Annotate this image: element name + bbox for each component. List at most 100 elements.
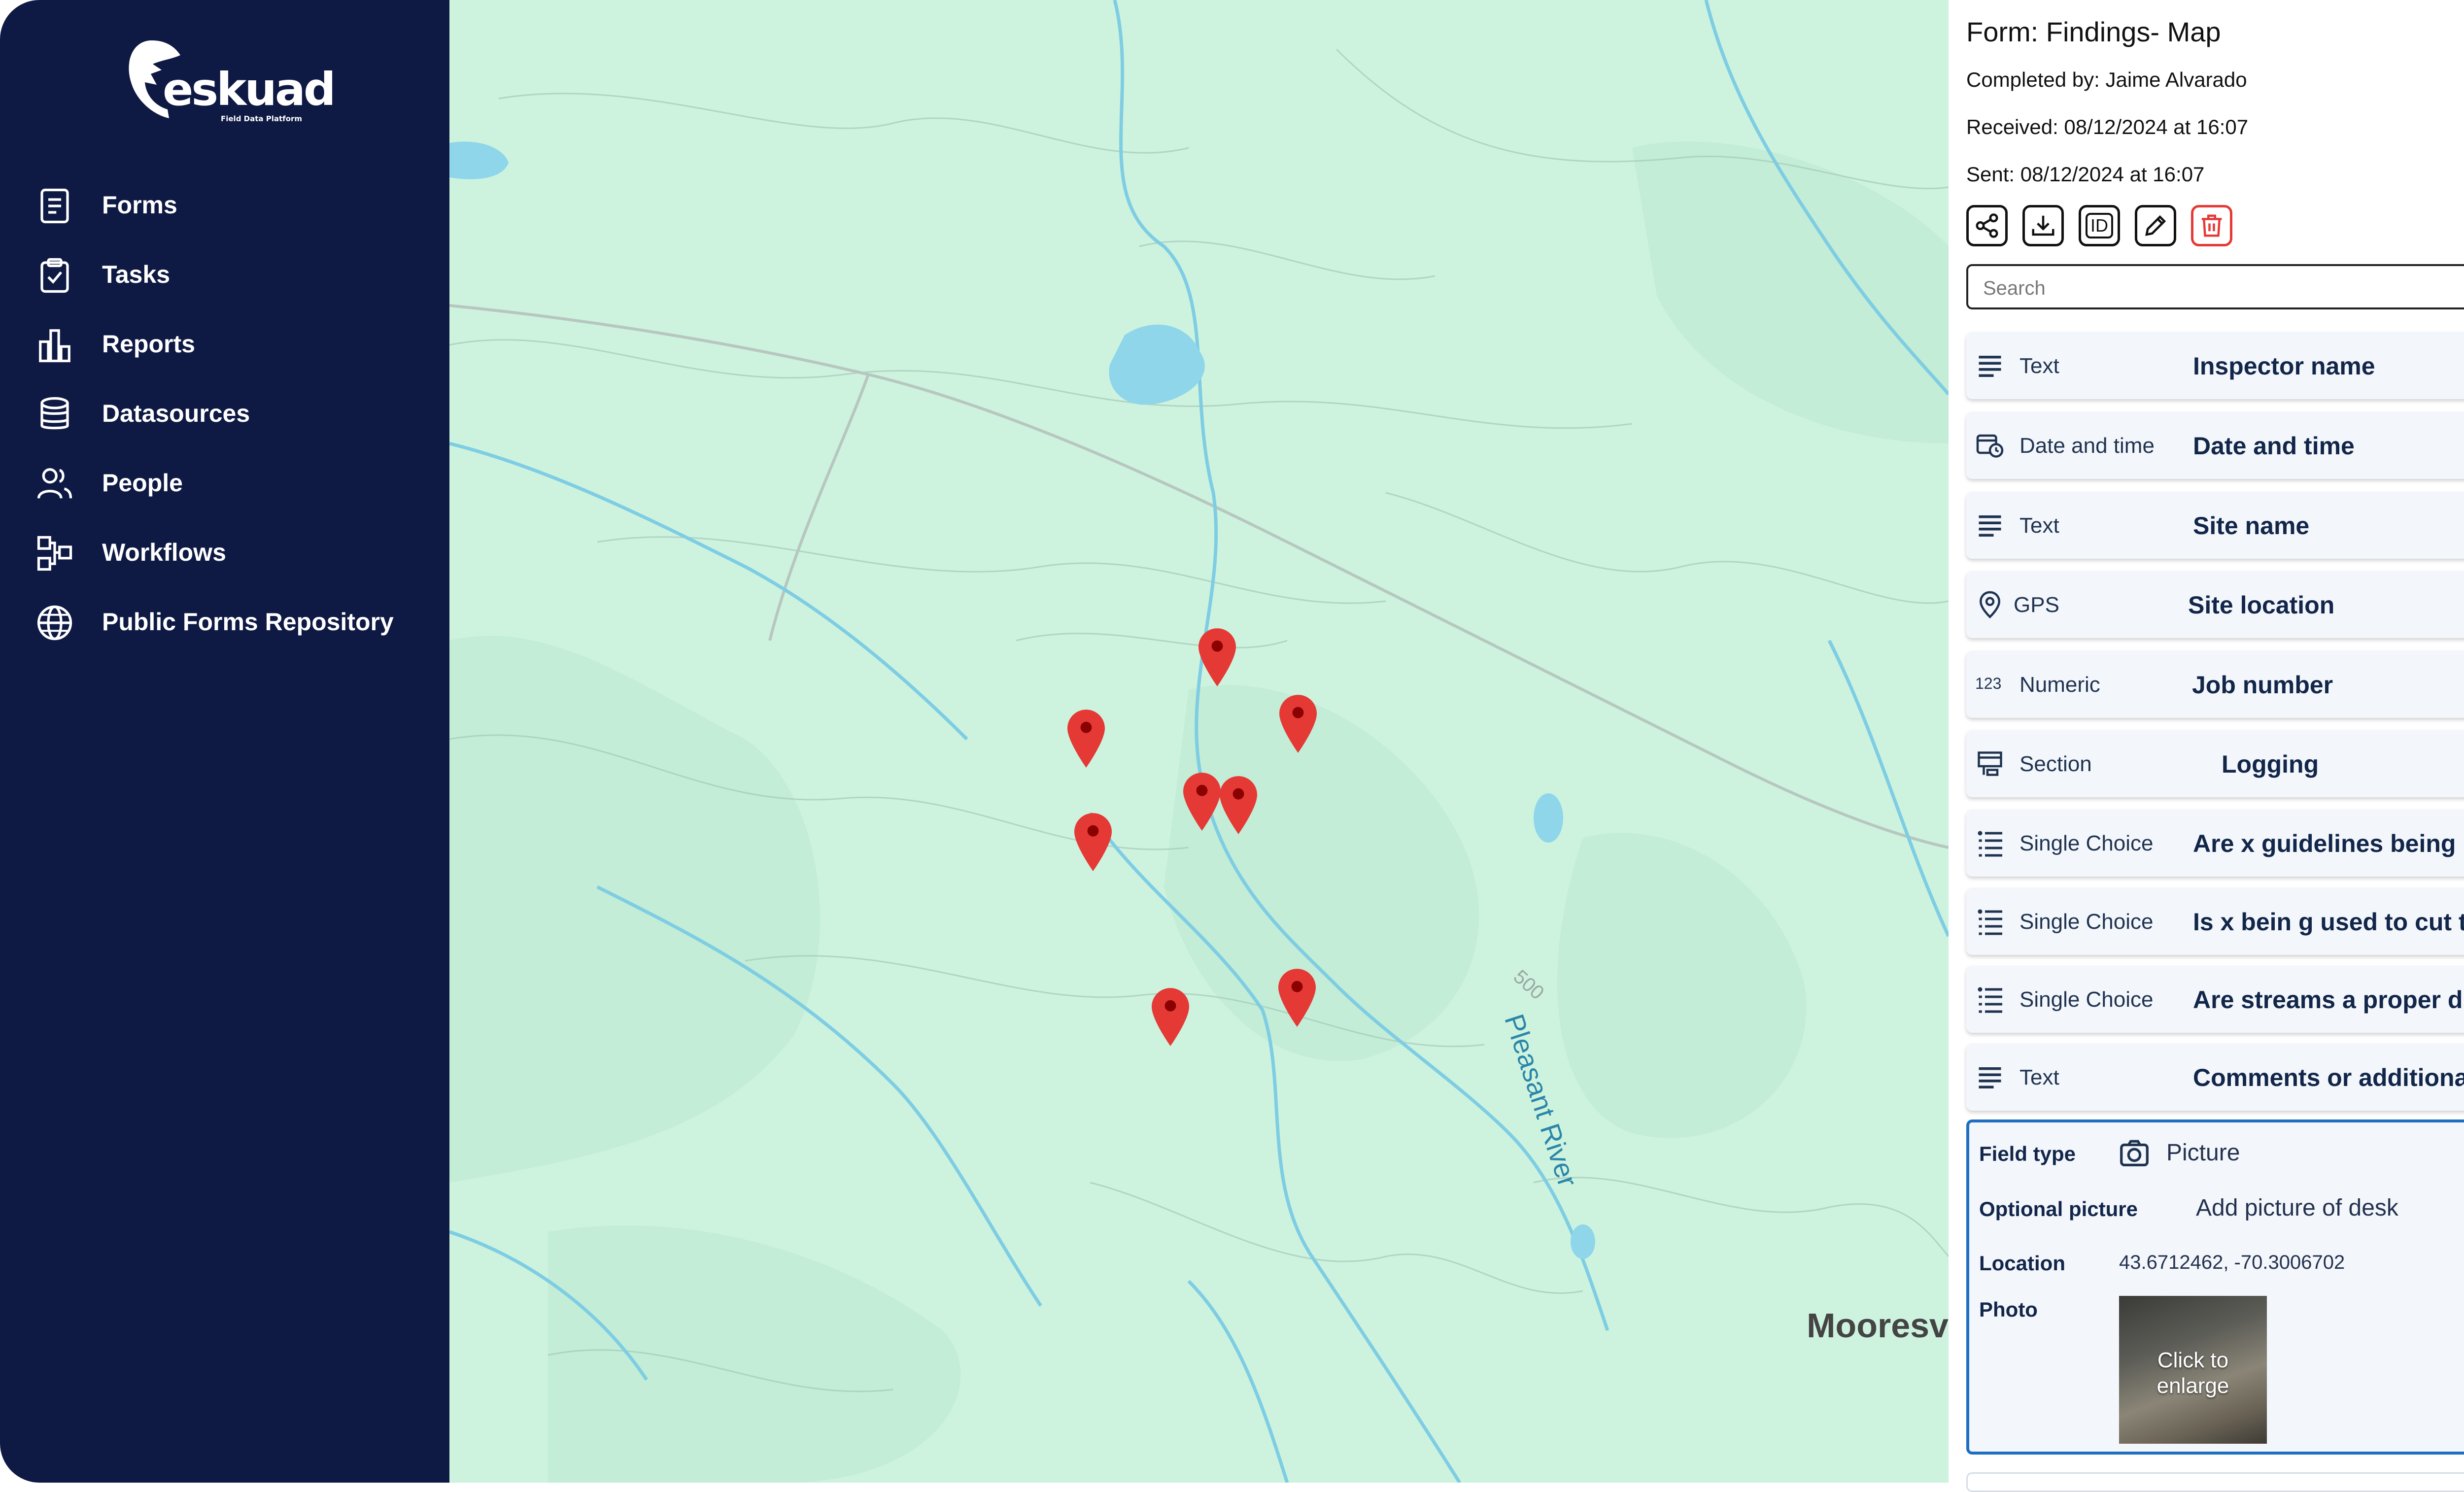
sidebar-item-label: Workflows xyxy=(102,538,226,566)
location-value: 43.6712462, -70.3006702 xyxy=(2119,1252,2345,1273)
sidebar-item-forms[interactable]: Forms xyxy=(0,170,449,239)
completed-by: Completed by: Jaime Alvarado xyxy=(1966,68,2247,91)
field-type-value: Picture xyxy=(2166,1140,2240,1166)
field-name: Date and time xyxy=(2193,432,2355,460)
location-pin-icon xyxy=(1979,591,2001,619)
click-to-enlarge-overlay: Click to enlarge xyxy=(2156,1348,2229,1398)
field-name: Site location xyxy=(2188,591,2335,619)
field-type: Single Choice xyxy=(2019,910,2154,934)
photo-thumbnail[interactable]: Click to enlarge xyxy=(2119,1296,2267,1444)
sidebar: eskuad Field Data Platform Forms Tasks R… xyxy=(0,0,449,1483)
sidebar-item-label: Public Forms Repository xyxy=(102,608,394,636)
sidebar-item-public-forms-repository[interactable]: Public Forms Repository xyxy=(0,587,449,656)
field-name: Are x guidelines being m... xyxy=(2193,830,2464,857)
sidebar-item-workflows[interactable]: Workflows xyxy=(0,517,449,587)
sent-date: Sent: 08/12/2024 at 16:07 xyxy=(1966,163,2205,186)
field-type: Numeric xyxy=(2019,673,2100,697)
sidebar-item-label: Tasks xyxy=(102,260,171,288)
trash-icon xyxy=(2201,214,2222,237)
clipboard-check-icon xyxy=(40,258,69,293)
field-type: Text xyxy=(2019,354,2059,378)
form-actions: ID xyxy=(1966,205,2232,246)
field-type: Text xyxy=(2019,1065,2059,1089)
camera-icon xyxy=(2120,1140,2149,1166)
map-pin-icon[interactable] xyxy=(1067,710,1105,768)
id-button[interactable]: ID xyxy=(2079,205,2120,246)
edit-button[interactable] xyxy=(2135,205,2176,246)
field-name: Inspector name xyxy=(2193,352,2375,380)
field-row-next[interactable] xyxy=(1966,1472,2464,1492)
field-type: Date and time xyxy=(2019,434,2155,458)
text-lines-icon xyxy=(1979,356,2001,377)
photo-label: Photo xyxy=(1979,1298,2038,1321)
search-box xyxy=(1966,264,2464,309)
map-pin-icon[interactable] xyxy=(1074,813,1112,871)
database-icon xyxy=(40,397,69,430)
form-detail-panel: Form: Findings- Map Completed by: Jaime … xyxy=(1949,0,2464,1492)
list-icon xyxy=(1978,909,2002,935)
sidebar-nav: Forms Tasks Reports Datasources People W… xyxy=(0,170,449,656)
field-type: Single Choice xyxy=(2019,831,2154,855)
field-row-single-choice[interactable]: Single Choice Is x bein g used to cut tr… xyxy=(1966,888,2464,955)
share-button[interactable] xyxy=(1966,205,2008,246)
field-row-single-choice[interactable]: Single Choice Are streams a proper dist.… xyxy=(1966,966,2464,1033)
id-icon: ID xyxy=(2086,213,2113,238)
field-type: Text xyxy=(2019,513,2059,538)
map-terrain xyxy=(449,0,1949,1483)
share-icon xyxy=(1976,213,1998,238)
field-row-single-choice[interactable]: Single Choice Are x guidelines being m..… xyxy=(1966,810,2464,877)
map-pin-icon[interactable] xyxy=(1279,695,1317,753)
calendar-clock-icon xyxy=(1976,434,2004,458)
download-button[interactable] xyxy=(2022,205,2064,246)
people-icon xyxy=(37,468,72,499)
logo-tagline: Field Data Platform xyxy=(221,114,303,123)
sidebar-item-label: Reports xyxy=(102,330,195,358)
bar-chart-icon xyxy=(39,329,70,363)
search-input[interactable] xyxy=(1982,275,2464,302)
field-row-job-number[interactable]: 123 Numeric Job number xyxy=(1966,651,2464,718)
download-icon xyxy=(2032,215,2054,236)
field-row-site-name[interactable]: Text Site name xyxy=(1966,492,2464,559)
sidebar-item-label: People xyxy=(102,469,183,497)
map-pin-icon[interactable] xyxy=(1183,773,1221,831)
field-row-inspector-name[interactable]: Text Inspector name xyxy=(1966,332,2464,399)
town-label: Mooresv xyxy=(1807,1306,1949,1345)
field-row-comments[interactable]: Text Comments or additional i... xyxy=(1966,1044,2464,1111)
eskuad-logo[interactable]: eskuad Field Data Platform xyxy=(122,35,336,129)
logo-wordmark: eskuad xyxy=(163,63,336,116)
map-pin-icon[interactable] xyxy=(1278,969,1316,1027)
section-icon xyxy=(1978,751,2002,776)
map-pin-icon[interactable] xyxy=(1152,988,1189,1046)
sidebar-item-reports[interactable]: Reports xyxy=(0,309,449,378)
numeric-icon: 123 xyxy=(1975,675,2002,692)
field-name: Logging xyxy=(2222,750,2319,778)
text-lines-icon xyxy=(1979,515,2001,537)
map-pin-icon[interactable] xyxy=(1198,628,1236,686)
edit-icon xyxy=(2145,215,2166,236)
delete-button[interactable] xyxy=(2191,205,2232,246)
received-date: Received: 08/12/2024 at 16:07 xyxy=(1966,115,2249,138)
map-view[interactable]: 500 Pleasant River Mooresv xyxy=(449,0,1949,1483)
text-lines-icon xyxy=(1979,1067,2001,1088)
map-pin-icon[interactable] xyxy=(1220,776,1257,834)
field-name: Job number xyxy=(2192,671,2333,699)
field-row-date-and-time[interactable]: Date and time Date and time xyxy=(1966,412,2464,479)
optional-picture-label: Optional picture xyxy=(1979,1197,2138,1221)
sidebar-item-tasks[interactable]: Tasks xyxy=(0,239,449,309)
picture-field-detail: Field type Picture Optional picture Add … xyxy=(1966,1119,2464,1455)
sidebar-item-people[interactable]: People xyxy=(0,448,449,517)
sidebar-item-datasources[interactable]: Datasources xyxy=(0,378,449,448)
workflow-icon xyxy=(37,536,72,571)
field-type-label: Field type xyxy=(1979,1142,2076,1165)
sidebar-item-label: Forms xyxy=(102,191,177,219)
globe-icon xyxy=(37,605,72,641)
field-name: Is x bein g used to cut tre... xyxy=(2193,908,2464,936)
field-type: GPS xyxy=(2014,593,2059,617)
document-icon xyxy=(40,188,69,224)
field-row-section-logging[interactable]: Section Logging xyxy=(1966,730,2464,797)
optional-picture-value: Add picture of desk xyxy=(2196,1195,2398,1221)
list-icon xyxy=(1978,831,2002,857)
sidebar-item-label: Datasources xyxy=(102,399,250,427)
field-name: Comments or additional i... xyxy=(2193,1064,2464,1091)
field-row-site-location[interactable]: GPS Site location xyxy=(1966,571,2464,638)
